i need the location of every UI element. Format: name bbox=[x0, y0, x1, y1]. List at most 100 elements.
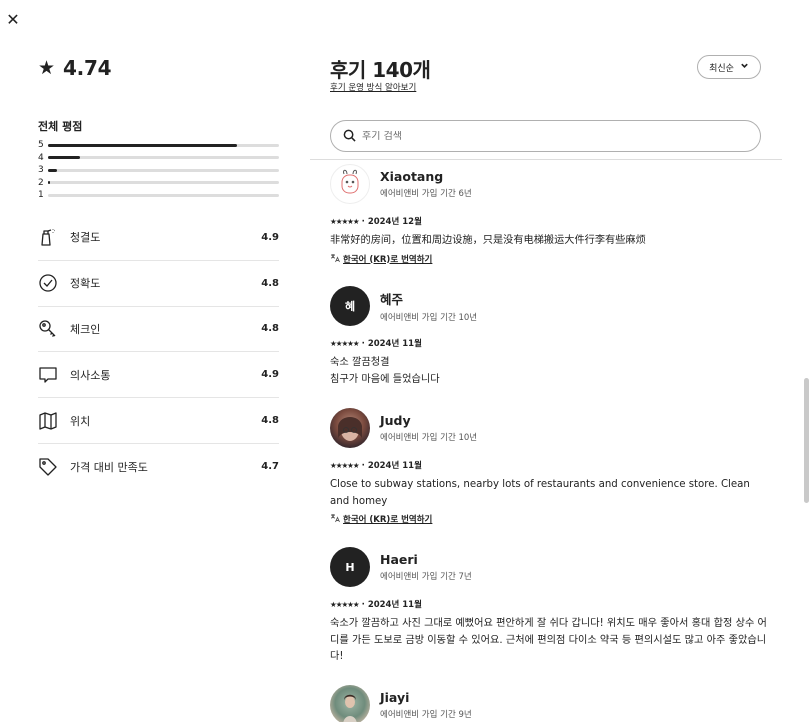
close-button[interactable]: ✕ bbox=[4, 10, 22, 29]
translate-icon bbox=[330, 513, 340, 525]
review-rating: ★★★★★ · 2024년 11월 bbox=[330, 598, 770, 611]
key-icon bbox=[38, 319, 70, 339]
review-item: Jiayi 에어비앤비 가입 기간 9년 bbox=[330, 685, 770, 722]
star-rating-icon: ★★★★★ bbox=[330, 216, 360, 226]
category-label: 위치 bbox=[70, 414, 91, 428]
spray-bottle-icon bbox=[38, 227, 70, 247]
distribution-fill bbox=[48, 181, 51, 185]
reviewer-name: Judy bbox=[380, 413, 411, 428]
reviews-list[interactable]: Xiaotang 에어비앤비 가입 기간 6년 ★★★★★ · 2024년 12… bbox=[330, 160, 770, 722]
avatar-letter: 혜 bbox=[344, 300, 356, 313]
chevron-down-icon bbox=[740, 61, 749, 73]
distribution-fill bbox=[48, 168, 58, 172]
translate-link[interactable]: 한국어 (KR)로 번역하기 bbox=[330, 513, 770, 525]
distribution-row: 5 bbox=[38, 139, 279, 152]
category-score: 4.8 bbox=[261, 415, 279, 427]
review-item: Xiaotang 에어비앤비 가입 기간 6년 ★★★★★ · 2024년 12… bbox=[330, 164, 770, 265]
review-date: · 2024년 12월 bbox=[361, 217, 422, 227]
distribution-track bbox=[48, 143, 279, 147]
search-icon bbox=[343, 127, 356, 146]
sort-label: 최신순 bbox=[709, 63, 734, 74]
reviewer: 혜 혜주 에어비앤비 가입 기간 10년 bbox=[330, 286, 770, 326]
reviewer: H Haeri 에어비앤비 가입 기간 7년 bbox=[330, 547, 770, 587]
rating-distribution: 5 4 3 2 1 bbox=[38, 139, 279, 202]
review-item: Judy 에어비앤비 가입 기간 10년 ★★★★★ · 2024년 11월 C… bbox=[330, 408, 770, 525]
category-checkin: 체크인 4.8 bbox=[38, 307, 279, 353]
translate-label: 한국어 (KR)로 번역하기 bbox=[343, 254, 433, 265]
reviewer-name: 혜주 bbox=[380, 292, 404, 307]
review-search[interactable] bbox=[330, 120, 761, 152]
search-input[interactable] bbox=[362, 130, 760, 142]
message-icon bbox=[38, 365, 70, 385]
reviewer-tenure: 에어비앤비 가입 기간 7년 bbox=[380, 572, 472, 582]
scrollbar[interactable] bbox=[804, 378, 809, 503]
review-text: 숙소 깔끔청결 침구가 마음에 들었습니다 bbox=[330, 357, 440, 385]
distribution-label: 5 bbox=[38, 140, 44, 151]
review-rating: ★★★★★ · 2024년 12월 bbox=[330, 215, 770, 228]
avatar[interactable]: 혜 bbox=[330, 286, 370, 326]
reviewer-tenure: 에어비앤비 가입 기간 9년 bbox=[380, 710, 472, 720]
review-rating: ★★★★★ · 2024년 11월 bbox=[330, 337, 770, 350]
category-value: 가격 대비 만족도 4.7 bbox=[38, 444, 279, 490]
star-icon: ★ bbox=[38, 56, 56, 79]
category-label: 정확도 bbox=[70, 277, 101, 291]
distribution-fill bbox=[48, 156, 81, 160]
reviewer: Xiaotang 에어비앤비 가입 기간 6년 bbox=[330, 164, 770, 204]
category-accuracy: 정확도 4.8 bbox=[38, 261, 279, 307]
distribution-row: 3 bbox=[38, 164, 279, 177]
translate-link[interactable]: 한국어 (KR)로 번역하기 bbox=[330, 253, 770, 265]
reviewer: Jiayi 에어비앤비 가입 기간 9년 bbox=[330, 685, 770, 722]
avatar-letter: H bbox=[345, 560, 355, 574]
distribution-fill bbox=[48, 143, 238, 147]
reviewer-name: Haeri bbox=[380, 552, 418, 567]
category-score: 4.8 bbox=[261, 277, 279, 289]
rating-distribution-title: 전체 평점 bbox=[38, 120, 83, 133]
category-label: 청결도 bbox=[70, 231, 101, 245]
star-rating-icon: ★★★★★ bbox=[330, 460, 360, 470]
review-text: 숙소가 깔끔하고 사진 그대로 예뻤어요 편안하게 잘 쉬다 갑니다! 위치도 … bbox=[330, 618, 767, 662]
review-item: H Haeri 에어비앤비 가입 기간 7년 ★★★★★ · 2024년 11월… bbox=[330, 547, 770, 666]
reviews-title: 후기 140개 bbox=[330, 58, 431, 82]
reviewer-name: Xiaotang bbox=[380, 169, 444, 184]
category-location: 위치 4.8 bbox=[38, 398, 279, 444]
distribution-row: 2 bbox=[38, 177, 279, 190]
category-label: 의사소통 bbox=[70, 368, 111, 382]
category-score: 4.9 bbox=[261, 369, 279, 381]
category-ratings: 청결도 4.9 정확도 4.8 체크인 4.8 의사소통 4.9 위치 4.8 … bbox=[38, 215, 279, 490]
avatar[interactable] bbox=[330, 408, 370, 448]
distribution-track bbox=[48, 181, 279, 185]
category-score: 4.7 bbox=[261, 461, 279, 473]
review-text: 非常好的房间，位置和周边设施，只是没有电梯搬运大件行李有些麻烦 bbox=[330, 235, 646, 246]
category-cleanliness: 청결도 4.9 bbox=[38, 215, 279, 261]
sort-dropdown[interactable]: 최신순 bbox=[697, 55, 761, 79]
overall-rating-value: 4.74 bbox=[63, 56, 112, 80]
distribution-track bbox=[48, 156, 279, 160]
distribution-label: 3 bbox=[38, 165, 44, 176]
reviewer: Judy 에어비앤비 가입 기간 10년 bbox=[330, 408, 770, 448]
distribution-label: 2 bbox=[38, 177, 44, 188]
reviewer-tenure: 에어비앤비 가입 기간 10년 bbox=[380, 313, 478, 323]
reviewer-name: Jiayi bbox=[380, 690, 410, 705]
reviewer-tenure: 에어비앤비 가입 기간 6년 bbox=[380, 189, 472, 199]
map-icon bbox=[38, 411, 70, 431]
review-text: Close to subway stations, nearby lots of… bbox=[330, 479, 750, 507]
avatar[interactable]: H bbox=[330, 547, 370, 587]
reviewer-tenure: 에어비앤비 가입 기간 10년 bbox=[380, 433, 478, 443]
distribution-row: 1 bbox=[38, 189, 279, 202]
review-date: · 2024년 11월 bbox=[361, 461, 422, 471]
distribution-track bbox=[48, 193, 279, 197]
translate-label: 한국어 (KR)로 번역하기 bbox=[343, 515, 433, 525]
category-score: 4.8 bbox=[261, 323, 279, 335]
star-rating-icon: ★★★★★ bbox=[330, 338, 360, 348]
star-rating-icon: ★★★★★ bbox=[330, 599, 360, 609]
avatar[interactable] bbox=[330, 164, 370, 204]
review-date: · 2024년 11월 bbox=[361, 600, 422, 610]
check-circle-icon bbox=[38, 273, 70, 293]
distribution-row: 4 bbox=[38, 152, 279, 165]
how-reviews-work-link[interactable]: 후기 운영 방식 알아보기 bbox=[330, 81, 416, 93]
overall-rating: ★ 4.74 bbox=[38, 56, 112, 80]
distribution-label: 4 bbox=[38, 152, 44, 163]
review-rating: ★★★★★ · 2024년 11월 bbox=[330, 459, 770, 472]
avatar[interactable] bbox=[330, 685, 370, 722]
review-date: · 2024년 11월 bbox=[361, 339, 422, 349]
